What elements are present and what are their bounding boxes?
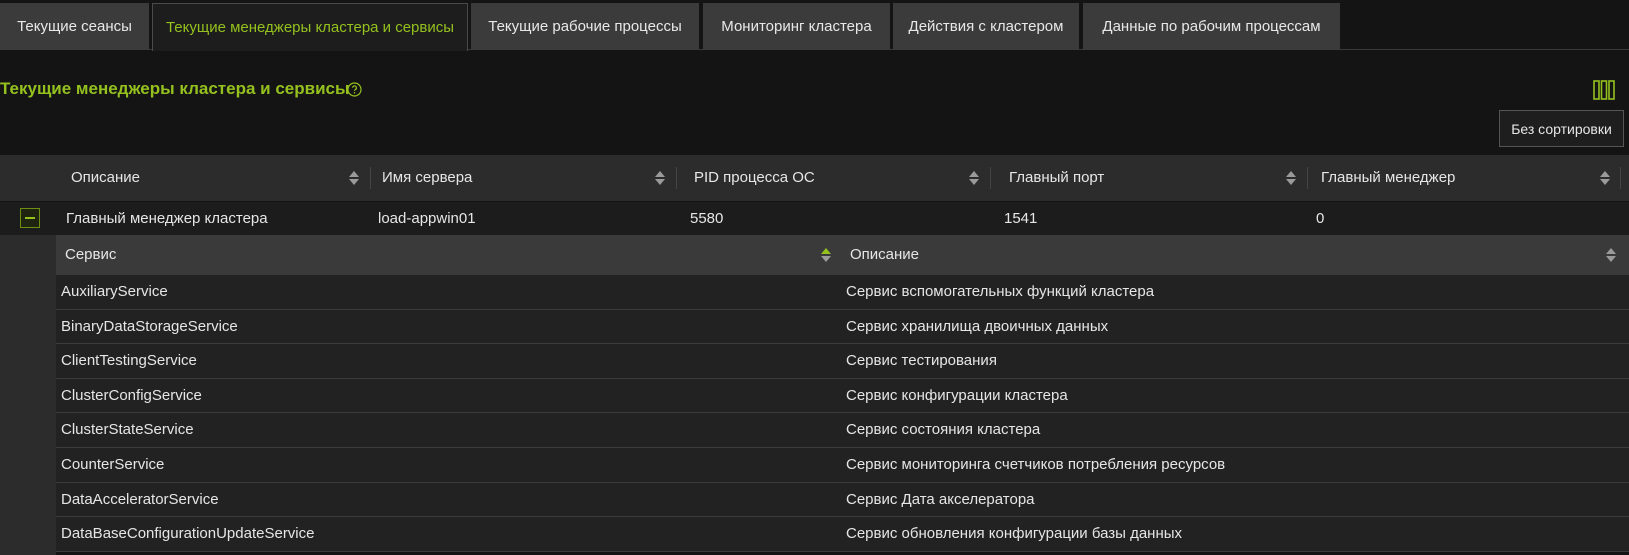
cell-service-name: DataBaseConfigurationUpdateService [61,525,315,543]
table-row[interactable]: BinaryDataStorageService Сервис хранилища… [56,309,1629,345]
cell-service-name: ClusterStateService [61,421,194,439]
cell-service-description: Сервис Дата акселератора [846,490,1035,508]
tab-process-data[interactable]: Данные по рабочим процессам [1083,3,1340,50]
table-row[interactable]: ClientTestingService Сервис тестирования [56,344,1629,379]
column-header-main-manager[interactable]: Главный менеджер [1311,155,1611,201]
no-sorting-button[interactable]: Без сортировки [1499,110,1624,147]
table-row[interactable]: AuxiliaryService Сервис вспомогательных ф… [56,275,1629,310]
column-header-service-description[interactable]: Описание [841,235,1601,275]
sort-arrows-icon[interactable] [1605,247,1617,263]
cell-service-name: AuxiliaryService [61,283,168,300]
cell-os-pid: 5580 [690,210,724,227]
cell-service-description: Сервис состояния кластера [846,421,1041,439]
cell-main-manager: 0 [1316,210,1325,227]
columns-icon[interactable] [1593,80,1615,100]
table-row[interactable]: DataBaseConfigurationUpdateService Сервис… [56,517,1629,552]
services-grid-header: Сервис Описание [56,235,1629,275]
collapse-row-toggle[interactable] [20,208,40,228]
tab-cluster-managers-services[interactable]: Текущие менеджеры кластера и сервисы [152,3,468,51]
cell-service-description: Сервис мониторинга счетчиков потребления… [846,455,1226,473]
sort-arrows-icon[interactable] [968,170,980,186]
cell-main-port: 1541 [1004,210,1038,227]
cell-service-name: DataAcceleratorService [61,490,219,508]
sort-arrows-icon[interactable] [1599,170,1611,186]
cell-service-description: Сервис вспомогательных функций кластера [846,283,1155,300]
help-icon[interactable] [347,82,362,97]
cell-service-name: ClusterConfigService [61,386,202,404]
column-header-description[interactable]: Описание [61,155,361,201]
cell-service-name: BinaryDataStorageService [61,317,238,335]
sort-ascending-icon[interactable] [820,247,832,263]
cell-service-description: Сервис конфигурации кластера [846,386,1068,404]
tab-cluster-actions[interactable]: Действия с кластером [893,3,1079,50]
page-title: Текущие менеджеры кластера и сервисы [0,79,350,98]
cell-service-name: ClientTestingService [61,352,197,370]
grid-header: Описание Имя сервера PID процесса ОС Гла… [0,155,1629,201]
detail-gutter [0,235,56,555]
tab-current-processes[interactable]: Текущие рабочие процессы [471,3,699,50]
cell-service-description: Сервис хранилища двоичных данных [846,317,1109,335]
column-header-os-pid[interactable]: PID процесса ОС [684,155,984,201]
column-header-service[interactable]: Сервис [56,235,816,275]
table-row[interactable]: DataAcceleratorService Сервис Дата акселе… [56,482,1629,518]
table-row[interactable]: ClusterConfigService Сервис конфигурации … [56,378,1629,414]
tab-current-sessions[interactable]: Текущие сеансы [0,3,149,50]
sort-arrows-icon[interactable] [348,170,360,186]
sort-arrows-icon[interactable] [1285,170,1297,186]
services-list: AuxiliaryService Сервис вспомогательных ф… [56,275,1629,552]
tab-bar: Текущие сеансы Текущие менеджеры кластер… [0,0,1629,51]
column-header-server-name[interactable]: Имя сервера [372,155,672,201]
cell-server-name: load-appwin01 [378,210,476,227]
column-header-main-port[interactable]: Главный порт [999,155,1299,201]
cell-description: Главный менеджер кластера [66,210,268,227]
table-row[interactable]: Главный менеджер кластера load-appwin01 … [0,202,1629,235]
tab-cluster-monitoring[interactable]: Мониторинг кластера [703,3,890,50]
cell-service-description: Сервис тестирования [846,352,997,370]
table-row[interactable]: CounterService Сервис мониторинга счетчик… [56,447,1629,483]
sort-arrows-icon[interactable] [654,170,666,186]
cell-service-name: CounterService [61,455,165,473]
cell-service-description: Сервис обновления конфигурации базы данн… [846,525,1183,543]
table-row[interactable]: ClusterStateService Сервис состояния клас… [56,413,1629,448]
